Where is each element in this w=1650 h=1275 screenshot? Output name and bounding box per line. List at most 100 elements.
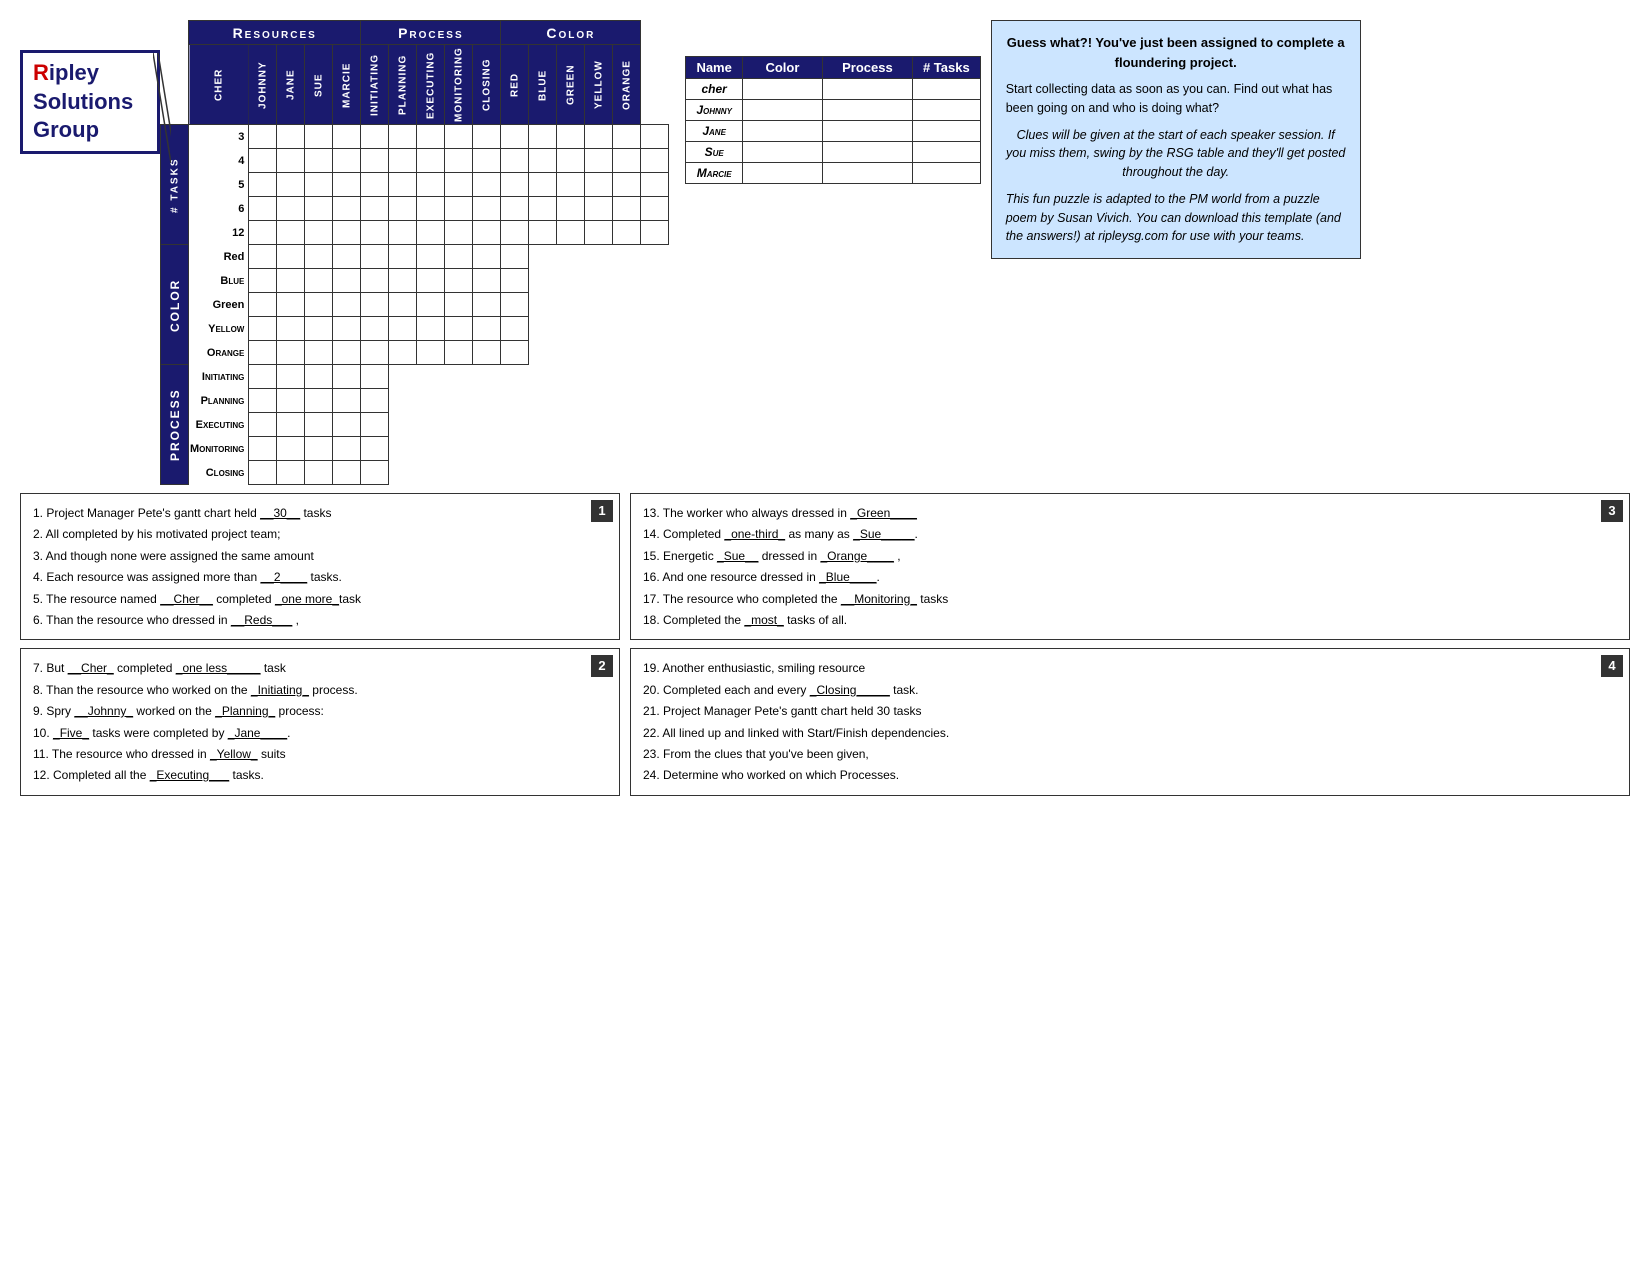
clue-section-bottom: 2 7. But __Cher_ completed _one less____… (20, 648, 1630, 795)
clue-4-5: 23. From the clues that you've been give… (643, 744, 1617, 764)
info-body: Start collecting data as soon as you can… (1006, 80, 1346, 118)
summary-header-row: Name Color Process # Tasks (686, 57, 980, 79)
proc-init-label: Initiating (189, 365, 249, 389)
t3-cher[interactable] (249, 125, 277, 149)
clue-1-3: 3. And though none were assigned the sam… (33, 546, 607, 566)
clue-box-3: 3 13. The worker who always dressed in _… (630, 493, 1630, 640)
sum-cher-process[interactable] (822, 79, 912, 100)
sum-sue-process[interactable] (822, 142, 912, 163)
summary-row-marcie: Marcie (686, 163, 980, 184)
color-row-blue: Blue (161, 269, 669, 293)
sum-johnny-process[interactable] (822, 100, 912, 121)
clue-3-badge: 3 (1601, 500, 1623, 522)
color-orange-label: Orange (189, 341, 249, 365)
puzzle-grid-wrapper: Resources Process Color Cher Johnny Jane… (160, 20, 669, 485)
clue-2-6: 12. Completed all the _Executing___ task… (33, 765, 607, 785)
tasks-row-3: # Tasks 3 (161, 125, 669, 149)
col-planning: Planning (389, 45, 417, 125)
logo-solutions: Solutions (33, 88, 147, 117)
sh-tasks: # Tasks (912, 57, 980, 79)
t3-green[interactable] (585, 125, 613, 149)
summary-section: Name Color Process # Tasks cher J (685, 50, 980, 184)
sum-jane-color[interactable] (742, 121, 822, 142)
sum-jane-tasks[interactable] (912, 121, 980, 142)
clue-2-1: 7. But __Cher_ completed _one less_____ … (33, 658, 607, 678)
col-blue: Blue (529, 45, 557, 125)
sum-sue-color[interactable] (742, 142, 822, 163)
page-container: Ripley Solutions Group (20, 20, 1630, 796)
sum-cher-tasks[interactable] (912, 79, 980, 100)
clue-1-1: 1. Project Manager Pete's gantt chart he… (33, 503, 607, 523)
process-header: Process (361, 21, 501, 45)
summary-row-cher: cher (686, 79, 980, 100)
col-closing: Closing (473, 45, 501, 125)
clue-box-4: 4 19. Another enthusiastic, smiling reso… (630, 648, 1630, 795)
col-green: Green (557, 45, 585, 125)
t3-red[interactable] (529, 125, 557, 149)
col-sue: Sue (305, 45, 333, 125)
clue-4-badge: 4 (1601, 655, 1623, 677)
t3-sue[interactable] (333, 125, 361, 149)
logo-s: S (33, 89, 48, 114)
top-section: Ripley Solutions Group (20, 20, 1630, 485)
t3-clos[interactable] (501, 125, 529, 149)
tasks-3-label: 3 (189, 125, 249, 149)
summary-table: Name Color Process # Tasks cher J (685, 56, 980, 184)
logo-ripley: Ripley (33, 59, 147, 88)
sum-jane-name: Jane (686, 121, 743, 142)
sh-process: Process (822, 57, 912, 79)
t3-johnny[interactable] (277, 125, 305, 149)
header-row-sections: Resources Process Color (161, 21, 669, 45)
sum-marcie-process[interactable] (822, 163, 912, 184)
sum-sue-name: Sue (686, 142, 743, 163)
tasks-4-label: 4 (189, 149, 249, 173)
puzzle-table: Resources Process Color Cher Johnny Jane… (160, 20, 669, 485)
clue-3-4: 16. And one resource dressed in _Blue___… (643, 567, 1617, 587)
t3-plan[interactable] (417, 125, 445, 149)
col-yellow: Yellow (585, 45, 613, 125)
sum-cher-name: cher (686, 79, 743, 100)
tasks-row-4: 4 (161, 149, 669, 173)
sum-sue-tasks[interactable] (912, 142, 980, 163)
t3-orange[interactable] (641, 125, 669, 149)
t3-exec[interactable] (445, 125, 473, 149)
process-row-init: Process Initiating (161, 365, 669, 389)
sum-jane-process[interactable] (822, 121, 912, 142)
tasks-row-5: 5 (161, 173, 669, 197)
clue-1-4: 4. Each resource was assigned more than … (33, 567, 607, 587)
logo: Ripley Solutions Group (20, 50, 160, 154)
col-marcie: Marcie (333, 45, 361, 125)
t3-blue[interactable] (557, 125, 585, 149)
col-initiating: Initiating (361, 45, 389, 125)
t3-mon[interactable] (473, 125, 501, 149)
logo-olutions: olutions (48, 89, 134, 114)
t3-jane[interactable] (305, 125, 333, 149)
color-header: Color (501, 21, 641, 45)
clue-3-6: 18. Completed the _most_ tasks of all. (643, 610, 1617, 630)
t3-yellow[interactable] (613, 125, 641, 149)
proc-plan-label: Planning (189, 389, 249, 413)
clue-3-1: 13. The worker who always dressed in _Gr… (643, 503, 1617, 523)
clue-1-5: 5. The resource named __Cher__ completed… (33, 589, 607, 609)
col-cher: Cher (189, 45, 249, 125)
tasks-5-label: 5 (189, 173, 249, 197)
process-row-clos: Closing (161, 461, 669, 485)
t3-marcie[interactable] (361, 125, 389, 149)
sum-johnny-tasks[interactable] (912, 100, 980, 121)
summary-row-jane: Jane (686, 121, 980, 142)
sh-name: Name (686, 57, 743, 79)
t3-init[interactable] (389, 125, 417, 149)
col-johnny: Johnny (249, 45, 277, 125)
sum-cher-color[interactable] (742, 79, 822, 100)
clue-1-6: 6. Than the resource who dressed in __Re… (33, 610, 607, 630)
proc-mon-label: Monitoring (189, 437, 249, 461)
sum-marcie-tasks[interactable] (912, 163, 980, 184)
clue-4-4: 22. All lined up and linked with Start/F… (643, 723, 1617, 743)
sum-marcie-color[interactable] (742, 163, 822, 184)
clue-3-2: 14. Completed _one-third_ as many as _Su… (643, 524, 1617, 544)
color-row-yellow: Yellow (161, 317, 669, 341)
tasks-6-label: 6 (189, 197, 249, 221)
clue-4-3: 21. Project Manager Pete's gantt chart h… (643, 701, 1617, 721)
sum-johnny-color[interactable] (742, 100, 822, 121)
clue-1-2: 2. All completed by his motivated projec… (33, 524, 607, 544)
